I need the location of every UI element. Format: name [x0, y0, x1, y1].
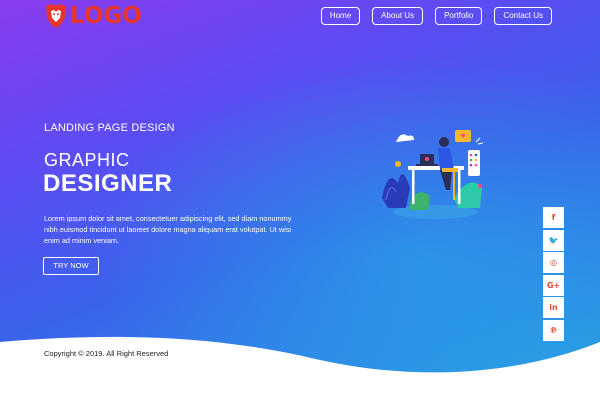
linkedin-icon[interactable]: in	[543, 297, 564, 318]
nav-home-button[interactable]: Home	[320, 7, 361, 25]
facebook-icon[interactable]: f	[543, 207, 564, 228]
pinterest-icon[interactable]: ℗	[543, 319, 564, 341]
hero-kicker: LANDING PAGE DESIGN	[44, 122, 175, 134]
copyright-text: Copyright © 2019. All Right Reserved	[44, 349, 169, 358]
designer-illustration	[382, 130, 484, 219]
nav-portfolio-button[interactable]: Portfolio	[435, 7, 483, 25]
hero-description: Lorem ipsum dolor sit amet, consectetuer…	[44, 214, 292, 246]
twitter-icon[interactable]: 🐦	[543, 229, 564, 251]
try-now-button[interactable]: TRY NOW	[43, 257, 99, 275]
lion-shield-icon	[46, 4, 66, 28]
footer-wave	[0, 336, 600, 400]
hero-title-line1: GRAPHIC	[44, 150, 130, 170]
social-sidebar: f 🐦 ◎ G+ in ℗	[543, 207, 565, 342]
brand-logo[interactable]: LOGO	[44, 3, 142, 29]
instagram-icon[interactable]: ◎	[543, 252, 564, 273]
nav-contact-button[interactable]: Contact Us	[494, 7, 552, 25]
nav-about-button[interactable]: About Us	[372, 7, 424, 25]
hero-title-line2: DESIGNER	[43, 170, 173, 197]
top-nav: Home About Us Portfolio Contact Us	[320, 7, 552, 25]
google-plus-icon[interactable]: G+	[543, 274, 564, 296]
logo-text: LOGO	[70, 3, 142, 29]
